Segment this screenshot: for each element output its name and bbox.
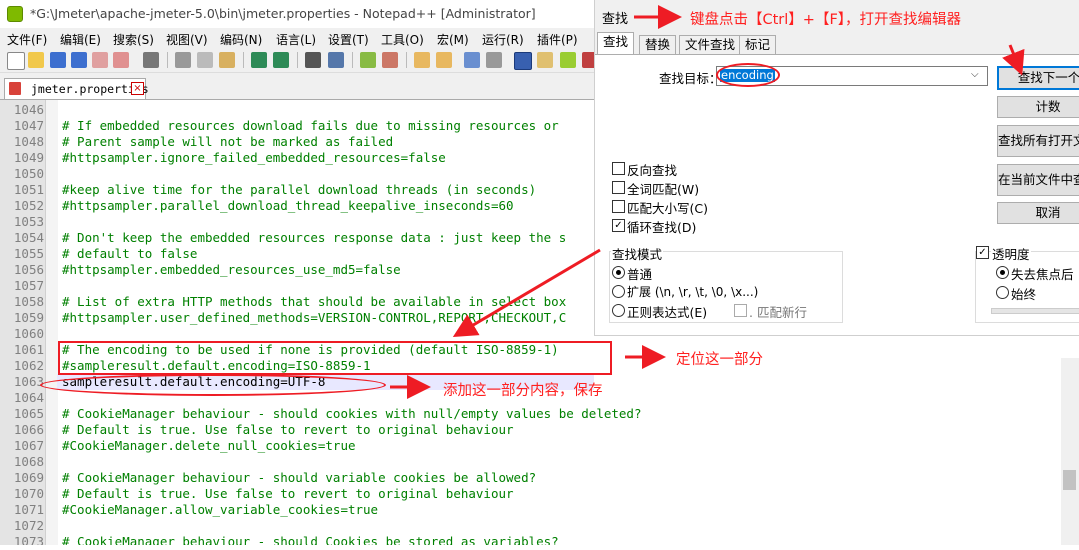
added-line-highlight-oval [40, 374, 386, 396]
annotation-arrows [390, 5, 1025, 399]
find-value-highlight-oval [716, 63, 780, 87]
annotation-add: 添加这一部分内容，保存 [443, 383, 603, 399]
annotation-locate: 定位这一部分 [676, 352, 763, 368]
arrow-find-next [1002, 44, 1025, 76]
arrow-to-encoding-line [452, 248, 601, 338]
annotation-shortcut: 键盘点击【Ctrl】+【F】，打开查找编辑器 [690, 12, 962, 28]
encoding-lines-highlight-box [58, 341, 612, 375]
